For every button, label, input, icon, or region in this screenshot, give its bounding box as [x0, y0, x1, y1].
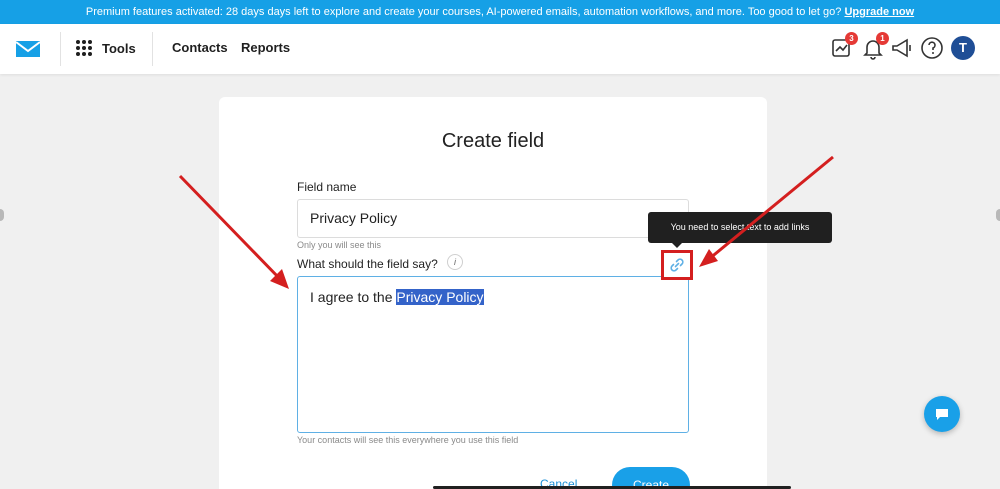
notifications-button[interactable]: 1 [861, 32, 889, 60]
editor-hint: Your contacts will see this everywhere y… [297, 435, 519, 445]
help-button[interactable] [920, 36, 944, 60]
right-edge-handle[interactable] [996, 209, 1000, 221]
nav-contacts[interactable]: Contacts [172, 40, 228, 55]
field-name-label: Field name [297, 180, 357, 194]
field-content-editor[interactable]: I agree to the Privacy Policy [297, 276, 689, 433]
banner-text: Premium features activated: 28 days days… [85, 6, 842, 18]
page-title: Create field [441, 130, 545, 152]
announcements-button[interactable] [890, 36, 914, 60]
tasks-button[interactable]: 3 [830, 32, 858, 60]
info-icon[interactable]: i [447, 254, 463, 270]
top-navigation-bar: Tools Contacts Reports 3 1 T [0, 24, 1000, 74]
notifications-badge: 1 [876, 32, 889, 45]
tools-menu[interactable]: Tools [76, 40, 136, 56]
link-tooltip: You need to select text to add links [648, 212, 832, 248]
selected-text: Privacy Policy [396, 289, 484, 305]
left-edge-handle[interactable] [0, 209, 4, 221]
link-icon [670, 258, 684, 272]
nav-reports[interactable]: Reports [241, 40, 290, 55]
help-icon [921, 37, 943, 59]
mail-logo-icon[interactable] [14, 39, 42, 59]
tasks-badge: 3 [845, 32, 858, 45]
premium-banner: Premium features activated: 28 days days… [0, 0, 1000, 24]
divider [152, 32, 153, 66]
upgrade-now-link[interactable]: Upgrade now [844, 6, 914, 18]
tools-label: Tools [102, 40, 136, 56]
add-link-button[interactable] [661, 250, 693, 280]
field-name-hint: Only you will see this [297, 240, 382, 250]
apps-grid-icon [76, 40, 92, 56]
chat-button[interactable] [924, 396, 960, 432]
field-name-input[interactable]: Privacy Policy [297, 199, 689, 238]
divider [60, 32, 61, 66]
editor-text: I agree to the [310, 289, 393, 305]
field-say-label: What should the field say? [297, 257, 438, 271]
chat-icon [936, 409, 948, 420]
megaphone-icon [892, 38, 911, 58]
user-avatar[interactable]: T [951, 36, 975, 60]
